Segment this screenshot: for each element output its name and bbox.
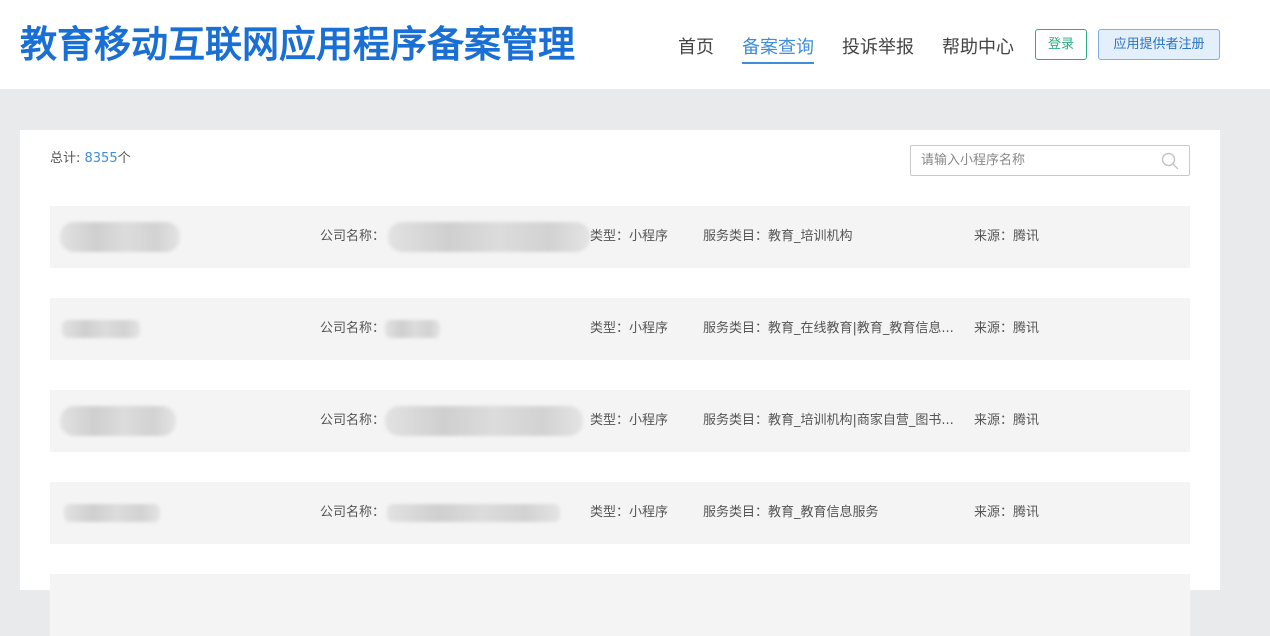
source-text: 来源：腾讯 bbox=[974, 321, 1040, 336]
list-item[interactable]: 公司名称： 类型：小程序 服务类目：教育_培训机构|商家自营_图书... 来源：… bbox=[50, 390, 1190, 452]
total-count: 总计: 8355个 bbox=[50, 147, 131, 166]
type-text: 类型：小程序 bbox=[590, 505, 669, 520]
results-panel: 总计: 8355个 公司名称： 类型：小程序 服务类目：教育_培训机构 来源：腾… bbox=[20, 130, 1220, 636]
app-name-redacted bbox=[64, 504, 160, 522]
header: 教育移动互联网应用程序备案管理 首页 备案查询 投诉举报 帮助中心 登录 应用提… bbox=[0, 0, 1270, 89]
type-text: 类型：小程序 bbox=[590, 229, 669, 244]
app-name-redacted bbox=[60, 222, 180, 252]
total-suffix: 个 bbox=[117, 151, 131, 166]
source-text: 来源：腾讯 bbox=[974, 413, 1040, 428]
provider-register-button[interactable]: 应用提供者注册 bbox=[1098, 29, 1220, 60]
service-category-text: 服务类目：教育_在线教育|教育_教育信息... bbox=[703, 321, 954, 336]
company-label: 公司名称： bbox=[320, 505, 386, 520]
company-label: 公司名称： bbox=[320, 229, 386, 244]
total-number: 8355 bbox=[84, 151, 118, 166]
service-category-text: 服务类目：教育_培训机构 bbox=[703, 229, 853, 244]
list-item[interactable]: 公司名称： 类型：小程序 服务类目：教育_培训机构 来源：腾讯 bbox=[50, 206, 1190, 268]
site-title[interactable]: 教育移动互联网应用程序备案管理 bbox=[20, 20, 575, 70]
nav-record-query[interactable]: 备案查询 bbox=[742, 33, 814, 64]
source-text: 来源：腾讯 bbox=[974, 229, 1040, 244]
nav-complaint[interactable]: 投诉举报 bbox=[842, 33, 914, 59]
company-name-redacted bbox=[387, 504, 560, 522]
list-item[interactable]: 公司名称： 类型：小程序 服务类目：教育_在线教育|教育_教育信息... 来源：… bbox=[50, 298, 1190, 360]
app-name-redacted bbox=[62, 320, 140, 338]
list-item[interactable] bbox=[50, 574, 1190, 636]
search-box bbox=[910, 145, 1190, 176]
total-prefix: 总计: bbox=[50, 151, 85, 166]
app-name-redacted bbox=[60, 406, 176, 436]
search-icon[interactable] bbox=[1161, 152, 1179, 170]
company-label: 公司名称： bbox=[320, 321, 386, 336]
company-label: 公司名称： bbox=[320, 413, 386, 428]
login-button[interactable]: 登录 bbox=[1035, 29, 1087, 60]
company-name-redacted bbox=[385, 406, 583, 436]
source-text: 来源：腾讯 bbox=[974, 505, 1040, 520]
nav-home[interactable]: 首页 bbox=[678, 33, 714, 59]
service-category-text: 服务类目：教育_培训机构|商家自营_图书... bbox=[703, 413, 954, 428]
search-input[interactable] bbox=[911, 146, 1151, 175]
list-item[interactable]: 公司名称： 类型：小程序 服务类目：教育_教育信息服务 来源：腾讯 bbox=[50, 482, 1190, 544]
nav-help-center[interactable]: 帮助中心 bbox=[942, 33, 1014, 59]
company-name-redacted bbox=[385, 320, 440, 338]
type-text: 类型：小程序 bbox=[590, 321, 669, 336]
service-category-text: 服务类目：教育_教育信息服务 bbox=[703, 505, 879, 520]
type-text: 类型：小程序 bbox=[590, 413, 669, 428]
company-name-redacted bbox=[388, 222, 590, 252]
